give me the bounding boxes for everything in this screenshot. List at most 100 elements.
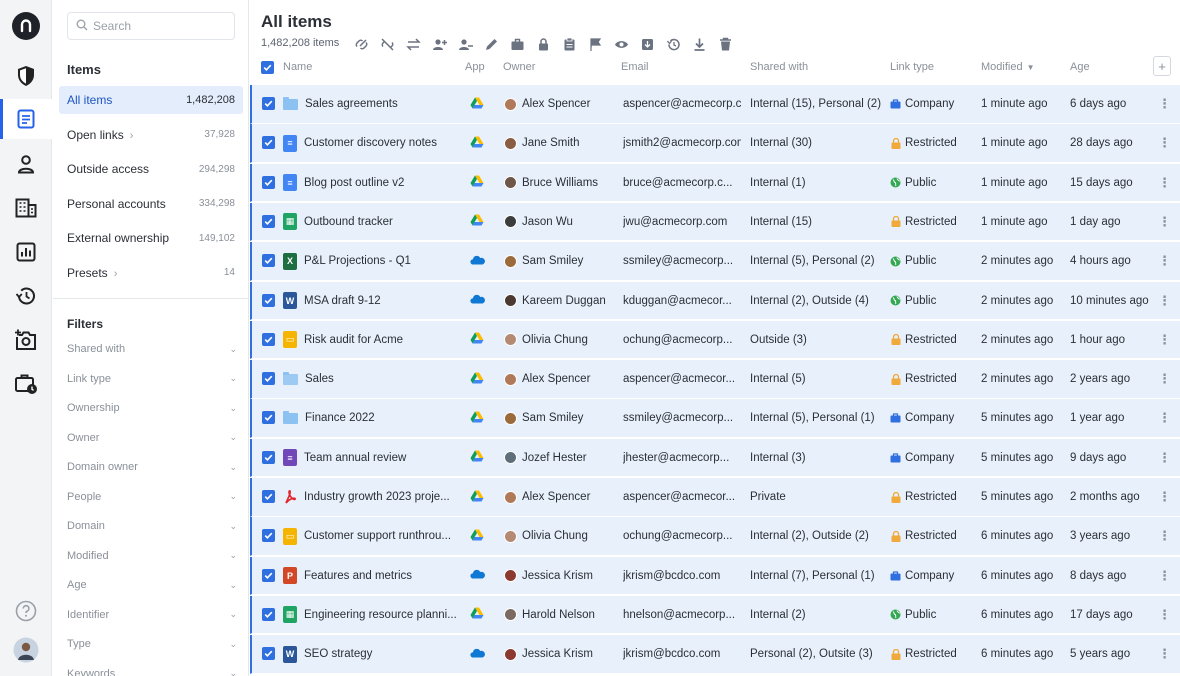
shared-with-cell[interactable]: Internal (15), Personal (2)	[750, 85, 888, 123]
filter-domain[interactable]: Domain ⌄	[67, 516, 237, 536]
sidebar-item-outside-access[interactable]: Outside access 294,298	[59, 155, 243, 183]
remove-person-icon[interactable]	[456, 35, 474, 53]
row-checkbox[interactable]	[262, 136, 275, 150]
row-checkbox[interactable]	[262, 214, 275, 228]
item-name-cell[interactable]: ≡ Customer discovery notes	[283, 124, 463, 162]
more-options-icon[interactable]: ⋮	[1158, 203, 1168, 241]
row-checkbox[interactable]	[262, 97, 275, 110]
link-type-cell[interactable]: Public	[890, 164, 978, 202]
owner-cell[interactable]: Olivia Chung	[504, 517, 616, 555]
owner-cell[interactable]: Sam Smiley	[504, 242, 616, 280]
app-logo[interactable]	[12, 12, 40, 40]
table-row[interactable]: W SEO strategy Jessica Krism jkrism@bcdco…	[250, 635, 1180, 674]
link-type-cell[interactable]: Company	[890, 399, 978, 437]
table-row[interactable]: W MSA draft 9-12 Kareem Duggan kduggan@ac…	[250, 281, 1180, 320]
search-input[interactable]: Search	[67, 12, 235, 40]
unlink-icon[interactable]	[378, 35, 396, 53]
filter-shared-with[interactable]: Shared with ⌄	[67, 339, 237, 359]
item-name-cell[interactable]: W SEO strategy	[283, 635, 463, 673]
sidebar-item-presets[interactable]: Presets › 14	[59, 259, 243, 287]
shared-with-cell[interactable]: Internal (1)	[750, 164, 888, 202]
item-name-cell[interactable]: Sales	[283, 360, 463, 398]
more-options-icon[interactable]: ⋮	[1158, 242, 1168, 280]
more-options-icon[interactable]: ⋮	[1158, 164, 1168, 202]
table-row[interactable]: Industry growth 2023 proje... Alex Spenc…	[250, 478, 1180, 517]
sidebar-item-external-ownership[interactable]: External ownership 149,102	[59, 224, 243, 252]
user-avatar[interactable]	[0, 630, 52, 670]
shared-with-cell[interactable]: Internal (30)	[750, 124, 888, 162]
row-checkbox[interactable]	[262, 490, 275, 503]
owner-cell[interactable]: Jozef Hester	[504, 439, 616, 477]
col-age[interactable]: Age	[1070, 61, 1090, 73]
row-checkbox[interactable]	[262, 372, 275, 386]
more-options-icon[interactable]: ⋮	[1158, 282, 1168, 320]
row-checkbox[interactable]	[262, 332, 275, 346]
filter-domain-owner[interactable]: Domain owner ⌄	[67, 457, 237, 477]
more-options-icon[interactable]: ⋮	[1158, 557, 1168, 595]
table-row[interactable]: ▦ Outbound tracker Jason Wu jwu@acmecorp.…	[250, 202, 1180, 242]
shared-with-cell[interactable]: Internal (15)	[750, 203, 888, 241]
more-options-icon[interactable]: ⋮	[1158, 360, 1168, 398]
filter-keywords[interactable]: Keywords ⌄	[67, 664, 237, 676]
link-type-cell[interactable]: Restricted	[890, 517, 978, 555]
item-name-cell[interactable]: X P&L Projections - Q1	[283, 242, 463, 280]
col-app[interactable]: App	[465, 61, 485, 73]
link-icon[interactable]	[352, 35, 370, 53]
filter-identifier[interactable]: Identifier ⌄	[67, 605, 237, 625]
owner-cell[interactable]: Bruce Williams	[504, 164, 616, 202]
shared-with-cell[interactable]: Outside (3)	[750, 321, 888, 359]
link-type-cell[interactable]: Restricted	[890, 635, 978, 673]
owner-cell[interactable]: Jessica Krism	[504, 635, 616, 673]
shield-icon[interactable]	[0, 56, 52, 96]
row-checkbox[interactable]	[262, 175, 275, 189]
sidebar-item-all-items[interactable]: All items 1,482,208	[59, 86, 243, 114]
table-row[interactable]: ▭ Customer support runthrou... Olivia Chu…	[250, 517, 1180, 556]
briefcase-icon[interactable]	[508, 35, 526, 53]
filter-ownership[interactable]: Ownership ⌄	[67, 398, 237, 418]
more-options-icon[interactable]: ⋮	[1158, 439, 1168, 477]
table-row[interactable]: ▭ Risk audit for Acme Olivia Chung ochung…	[250, 320, 1180, 360]
download-icon[interactable]	[690, 35, 708, 53]
item-name-cell[interactable]: ▭ Risk audit for Acme	[283, 321, 463, 359]
help-icon[interactable]	[0, 591, 52, 631]
filter-type[interactable]: Type ⌄	[67, 634, 237, 654]
table-row[interactable]: P Features and metrics Jessica Krism jkri…	[250, 556, 1180, 596]
filter-age[interactable]: Age ⌄	[67, 575, 237, 595]
shared-with-cell[interactable]: Internal (5), Personal (2)	[750, 242, 888, 280]
link-type-cell[interactable]: Public	[890, 242, 978, 280]
link-type-cell[interactable]: Restricted	[890, 321, 978, 359]
col-shared-with[interactable]: Shared with	[750, 61, 808, 73]
filter-modified[interactable]: Modified ⌄	[67, 546, 237, 566]
more-options-icon[interactable]: ⋮	[1158, 399, 1168, 437]
clipboard-icon[interactable]	[560, 35, 578, 53]
eye-icon[interactable]	[612, 35, 630, 53]
link-type-cell[interactable]: Restricted	[890, 360, 978, 398]
shared-with-cell[interactable]: Internal (7), Personal (1)	[750, 557, 888, 595]
link-type-cell[interactable]: Company	[890, 85, 978, 123]
col-email[interactable]: Email	[621, 61, 649, 73]
transfer-icon[interactable]	[404, 35, 422, 53]
person-icon[interactable]	[0, 144, 52, 184]
item-name-cell[interactable]: Industry growth 2023 proje...	[283, 478, 463, 516]
link-type-cell[interactable]: Restricted	[890, 478, 978, 516]
table-row[interactable]: ≡ Customer discovery notes Jane Smith jsm…	[250, 124, 1180, 163]
item-name-cell[interactable]: ≡ Team annual review	[283, 439, 463, 477]
owner-cell[interactable]: Sam Smiley	[504, 399, 616, 437]
more-options-icon[interactable]: ⋮	[1158, 321, 1168, 359]
shared-with-cell[interactable]: Internal (5), Personal (1)	[750, 399, 888, 437]
table-row[interactable]: Finance 2022 Sam Smiley ssmiley@acmecorp…	[250, 399, 1180, 438]
link-type-cell[interactable]: Company	[890, 439, 978, 477]
item-name-cell[interactable]: ▦ Outbound tracker	[283, 203, 463, 241]
filter-owner[interactable]: Owner ⌄	[67, 428, 237, 448]
owner-cell[interactable]: Olivia Chung	[504, 321, 616, 359]
filter-people[interactable]: People ⌄	[67, 487, 237, 507]
shared-with-cell[interactable]: Private	[750, 478, 888, 516]
col-modified[interactable]: Modified ▼	[981, 61, 1035, 73]
sidebar-item-open-links[interactable]: Open links › 37,928	[59, 121, 243, 149]
more-options-icon[interactable]: ⋮	[1158, 596, 1168, 634]
row-checkbox[interactable]	[262, 293, 275, 307]
owner-cell[interactable]: Alex Spencer	[504, 85, 616, 123]
more-options-icon[interactable]: ⋮	[1158, 635, 1168, 673]
item-name-cell[interactable]: ≡ Blog post outline v2	[283, 164, 463, 202]
history-icon[interactable]	[0, 276, 52, 316]
